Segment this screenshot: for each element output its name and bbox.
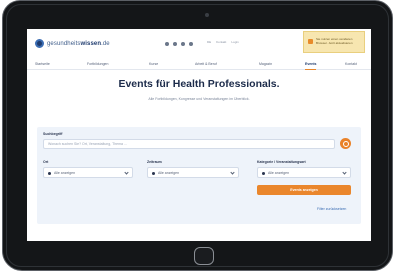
warning-icon — [308, 39, 313, 44]
nav-item-fortbildungen[interactable]: Fortbildungen — [87, 62, 108, 66]
home-button[interactable] — [194, 247, 214, 265]
linkedin-icon[interactable] — [181, 42, 185, 46]
social-links — [165, 42, 193, 46]
category-icon — [262, 171, 265, 175]
filter-select-ort[interactable]: Alle anzeigen — [43, 167, 133, 178]
chevron-down-icon — [230, 170, 235, 175]
search-icon[interactable] — [340, 138, 351, 149]
reset-filters-link[interactable]: Filter zurücksetzen — [317, 207, 346, 211]
nav-item-kurse[interactable]: Kurse — [149, 62, 158, 66]
main-nav: Startseite Fortbildungen Kurse Arbeit & … — [27, 60, 371, 70]
login-link[interactable]: Login — [231, 40, 238, 44]
search-input[interactable]: Wonach suchen Sie? Ort, Veranstaltung, T… — [43, 139, 335, 149]
notice-text: Sie nutzen einen veralteten Browser. Jet… — [316, 37, 353, 45]
filter-label-kategorie: Kategorie / Veranstaltungsart — [257, 160, 306, 164]
nav-item-magazin[interactable]: Magazin — [259, 62, 272, 66]
location-icon — [48, 171, 51, 175]
show-events-button[interactable]: Events anzeigen — [257, 185, 351, 195]
header-links: DE Kontakt Login — [207, 40, 239, 44]
filter-value-zeitraum: Alle anzeigen — [158, 171, 180, 175]
twitter-icon[interactable] — [173, 42, 177, 46]
facebook-icon[interactable] — [165, 42, 169, 46]
instagram-icon[interactable] — [189, 42, 193, 46]
filter-select-kategorie[interactable]: Alle anzeigen — [257, 167, 351, 178]
contact-link[interactable]: Kontakt — [216, 40, 226, 44]
chevron-down-icon — [124, 170, 129, 175]
logo[interactable]: gesundheitswissen.de — [35, 39, 110, 48]
filter-label-ort: Ort — [43, 160, 49, 164]
filter-value-ort: Alle anzeigen — [54, 171, 76, 175]
filter-value-kategorie: Alle anzeigen — [268, 171, 290, 175]
page-title: Events für Health Professionals. — [118, 78, 280, 90]
language-link[interactable]: DE — [207, 40, 211, 44]
tablet-frame: gesundheitswissen.de DE Kontakt Login Si… — [2, 0, 393, 271]
filter-select-zeitraum[interactable]: Alle anzeigen — [147, 167, 239, 178]
page-subtitle: Alle Fortbildungen, Kongresse und Verans… — [148, 97, 250, 101]
chevron-down-icon — [342, 170, 347, 175]
screen: gesundheitswissen.de DE Kontakt Login Si… — [27, 29, 371, 241]
filter-label-zeitraum: Zeitraum — [147, 160, 162, 164]
camera-icon — [205, 13, 209, 17]
browser-notice: Sie nutzen einen veralteten Browser. Jet… — [303, 31, 365, 53]
logo-text: gesundheitswissen.de — [47, 40, 110, 47]
logo-icon — [35, 39, 44, 48]
search-panel: Suchbegriff Wonach suchen Sie? Ort, Vera… — [37, 127, 361, 224]
nav-item-events[interactable]: Events — [305, 62, 317, 70]
nav-item-arbeit[interactable]: Arbeit & Beruf — [195, 62, 217, 66]
calendar-icon — [152, 171, 155, 175]
nav-item-start[interactable]: Startseite — [35, 62, 50, 66]
nav-item-kontakt[interactable]: Kontakt — [345, 62, 357, 66]
search-label: Suchbegriff — [43, 132, 63, 136]
site-header: gesundheitswissen.de DE Kontakt Login Si… — [27, 29, 371, 59]
